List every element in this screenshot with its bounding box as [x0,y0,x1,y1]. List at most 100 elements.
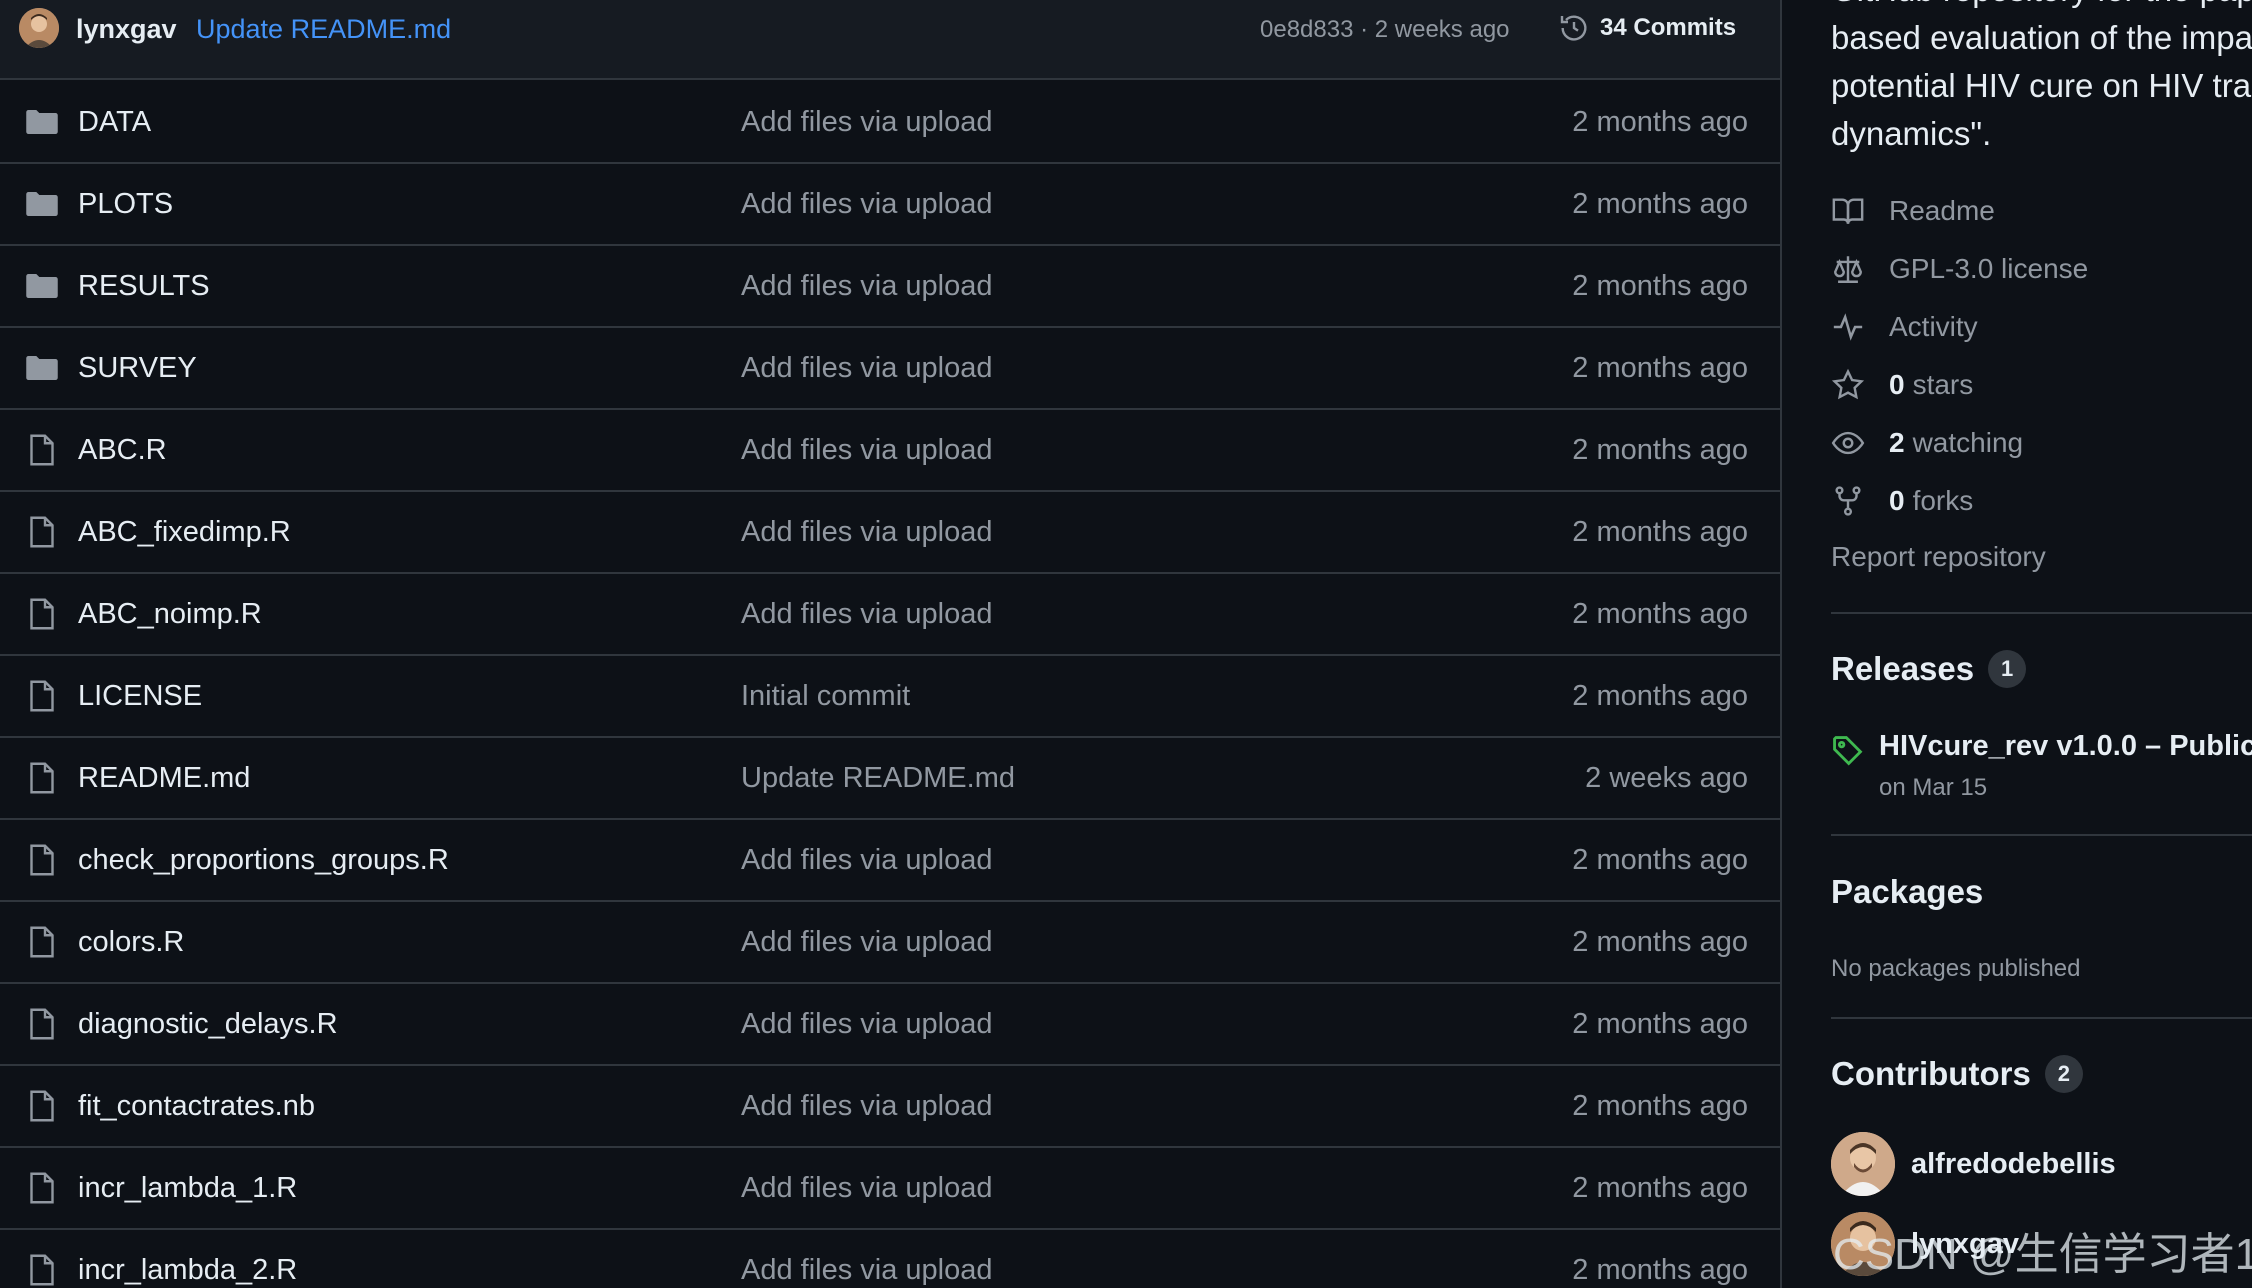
file-name-link[interactable]: ABC_noimp.R [78,598,262,631]
file-row[interactable]: colors.R Add files via upload 2 months ago [0,902,1780,984]
file-name-link[interactable]: RESULTS [78,270,210,303]
contributor-name[interactable]: alfredodebellis [1911,1148,2116,1181]
forks-count: 0 [1889,485,1905,516]
file-icon [24,1252,60,1288]
contributor-avatar[interactable] [1831,1132,1895,1196]
file-commit-age: 2 months ago [1572,1172,1748,1204]
file-row[interactable]: LICENSE Initial commit 2 months ago [0,656,1780,738]
file-commit-age: 2 months ago [1572,106,1748,138]
file-commit-age: 2 months ago [1572,926,1748,958]
file-commit-message-link[interactable]: Add files via upload [741,106,993,139]
file-commit-message-link[interactable]: Add files via upload [741,516,993,549]
file-name-link[interactable]: LICENSE [78,680,202,713]
releases-heading[interactable]: Releases 1 [1831,650,2027,688]
law-scale-icon [1834,256,1862,283]
file-commit-message-link[interactable]: Add files via upload [741,598,993,631]
activity-link[interactable]: Activity [1831,307,1978,347]
activity-label: Activity [1889,311,1978,342]
file-commit-message-link[interactable]: Add files via upload [741,926,993,959]
file-row[interactable]: SURVEY Add files via upload 2 months ago [0,328,1780,410]
contributors-count-badge: 2 [2044,1055,2083,1093]
contributors-heading-label: Contributors [1831,1055,2031,1092]
file-commit-age: 2 months ago [1572,1008,1748,1040]
releases-count-badge: 1 [1988,650,2027,688]
file-name-link[interactable]: fit_contactrates.nb [78,1090,315,1123]
file-row[interactable]: check_proportions_groups.R Add files via … [0,820,1780,902]
file-name-link[interactable]: SURVEY [78,352,197,385]
author-avatar[interactable] [19,8,59,48]
readme-label: Readme [1889,195,1995,226]
file-commit-message-link[interactable]: Initial commit [741,680,910,713]
file-row[interactable]: DATA Add files via upload 2 months ago [0,82,1780,164]
history-icon [1560,15,1587,41]
commits-count-label: 34 Commits [1600,14,1737,41]
file-commit-age: 2 months ago [1572,516,1748,548]
file-name-link[interactable]: incr_lambda_1.R [78,1172,297,1205]
file-row[interactable]: ABC_fixedimp.R Add files via upload 2 mont… [0,492,1780,574]
file-name-link[interactable]: colors.R [78,926,184,959]
file-row[interactable]: RESULTS Add files via upload 2 months ago [0,246,1780,328]
file-commit-age: 2 months ago [1572,270,1748,302]
file-commit-message-link[interactable]: Add files via upload [741,352,993,385]
file-row[interactable]: fit_contactrates.nb Add files via upload 2… [0,1066,1780,1148]
stars-count: 0 [1889,369,1905,400]
contributors-heading[interactable]: Contributors 2 [1831,1055,2083,1093]
file-row[interactable]: diagnostic_delays.R Add files via upload 2… [0,984,1780,1066]
file-row[interactable]: PLOTS Add files via upload 2 months ago [0,164,1780,246]
file-commit-message-link[interactable]: Add files via upload [741,188,993,221]
commit-author-link[interactable]: lynxgav [76,14,177,45]
file-row[interactable]: incr_lambda_2.R Add files via upload 2 mon… [0,1230,1780,1288]
file-commit-message-link[interactable]: Add files via upload [741,1008,993,1041]
releases-heading-label: Releases [1831,650,1975,687]
file-commit-message-link[interactable]: Add files via upload [741,270,993,303]
no-packages-text: No packages published [1831,955,2081,982]
file-name-link[interactable]: diagnostic_delays.R [78,1008,338,1041]
file-commit-age: 2 weeks ago [1585,762,1748,794]
file-name-link[interactable]: check_proportions_groups.R [78,844,449,877]
repo-sidebar: GitHub repository for the pap based eval… [1783,0,2252,1288]
file-table: lynxgav Update README.md 0e8d833 · 2 wee… [0,0,1782,1288]
file-commit-message-link[interactable]: Update README.md [741,762,1015,795]
watching-label: watching [1912,427,2024,458]
commit-hash-and-time[interactable]: 0e8d833 · 2 weeks ago [1260,16,1510,44]
readme-link[interactable]: Readme [1831,191,1995,231]
file-commit-message-link[interactable]: Add files via upload [741,1090,993,1123]
file-commit-age: 2 months ago [1572,680,1748,712]
file-row[interactable]: incr_lambda_1.R Add files via upload 2 mon… [0,1148,1780,1230]
file-commit-message-link[interactable]: Add files via upload [741,844,993,877]
file-row[interactable]: README.md Update README.md 2 weeks ago [0,738,1780,820]
file-row[interactable]: ABC.R Add files via upload 2 months ago [0,410,1780,492]
forks-link[interactable]: 0 forks [1831,481,1973,521]
tag-icon [1833,736,1863,766]
file-icon [24,1170,60,1206]
file-name-link[interactable]: README.md [78,762,250,795]
folder-icon [24,268,60,304]
latest-commit-bar: lynxgav Update README.md 0e8d833 · 2 wee… [0,0,1780,80]
latest-release-link[interactable]: HIVcure_rev v1.0.0 – Public [1879,730,2252,763]
commit-message-link[interactable]: Update README.md [196,14,451,45]
file-name-link[interactable]: DATA [78,106,151,139]
file-name-link[interactable]: incr_lambda_2.R [78,1254,297,1287]
license-link[interactable]: GPL-3.0 license [1831,249,2088,289]
file-commit-message-link[interactable]: Add files via upload [741,1254,993,1287]
commits-history-button[interactable]: 34 Commits [1558,10,1736,46]
file-commit-age: 2 months ago [1572,352,1748,384]
forks-label: forks [1912,485,1974,516]
file-icon [24,432,60,468]
report-repository-link[interactable]: Report repository [1831,541,2046,573]
file-name-link[interactable]: ABC_fixedimp.R [78,516,291,549]
file-icon [24,514,60,550]
file-icon [24,924,60,960]
file-commit-message-link[interactable]: Add files via upload [741,1172,993,1205]
watchers-link[interactable]: 2 watching [1831,423,2023,463]
stars-link[interactable]: 0 stars [1831,365,1973,405]
file-commit-message-link[interactable]: Add files via upload [741,434,993,467]
file-row[interactable]: ABC_noimp.R Add files via upload 2 months … [0,574,1780,656]
file-commit-age: 2 months ago [1572,188,1748,220]
watching-count: 2 [1889,427,1905,458]
packages-heading[interactable]: Packages [1831,873,1983,911]
latest-release-date: on Mar 15 [1879,774,1988,801]
packages-heading-label: Packages [1831,873,1984,910]
file-name-link[interactable]: PLOTS [78,188,173,221]
file-name-link[interactable]: ABC.R [78,434,167,467]
